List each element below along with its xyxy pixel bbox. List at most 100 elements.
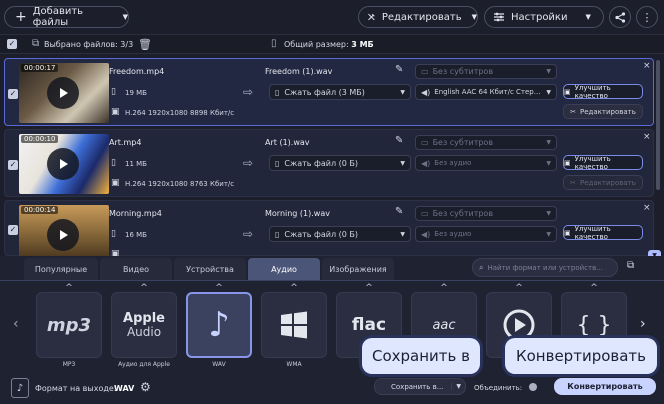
file-row[interactable]: ✓ 00:00:10 Art.mp4 ▯ 11 МБ ▣ H.264 1920x… <box>4 129 654 197</box>
gear-icon[interactable]: ⚙ <box>140 380 151 394</box>
carousel-right-arrow[interactable]: › <box>640 316 646 332</box>
audio-track-select[interactable]: ◀) English AAC 64 Кбит/с Стер... ▼ <box>415 84 557 100</box>
add-files-button[interactable]: + Добавить файлы ▼ <box>4 6 129 28</box>
compress-select[interactable]: ▯ Сжать файл (0 Б) ▼ <box>269 155 411 171</box>
format-label: WAV <box>212 361 226 368</box>
close-icon[interactable]: × <box>643 132 651 142</box>
format-tile-mp3[interactable]: mp3 <box>36 292 102 358</box>
file-row[interactable]: ✓ 00:00:17 Freedom.mp4 ▯ 19 МБ ▣ H.264 1… <box>4 58 654 126</box>
file-checkbox[interactable]: ✓ <box>8 160 18 170</box>
close-icon[interactable]: × <box>643 61 651 71</box>
subtitles-select[interactable]: ▭ Без субтитров ▼ <box>415 64 557 79</box>
chevron-down-icon: ▼ <box>471 13 477 21</box>
audio-track-select[interactable]: ◀) Без аудио ▼ <box>415 226 557 242</box>
selected-count: Выбрано файлов: 3/3 <box>44 40 134 49</box>
improve-quality-button[interactable]: ▣ Улучшить качество <box>563 84 643 100</box>
settings-button[interactable]: Настройки ▼ <box>484 6 604 28</box>
compress-icon: ▯ <box>275 158 280 168</box>
subtitles-select[interactable]: ▭ Без субтитров ▼ <box>415 206 557 221</box>
chevron-down-icon: ▼ <box>400 159 405 167</box>
windows-logo-icon <box>281 311 307 339</box>
edit-row-button[interactable]: ✂ Редактировать <box>563 104 643 119</box>
format-tile-аудио-для-apple[interactable]: Apple Audio <box>111 292 177 358</box>
video-info-icon: ▣ <box>111 107 120 117</box>
braces-logo: { } <box>576 312 612 338</box>
audio-track-label: English AAC 64 Кбит/с Стер... <box>434 88 541 96</box>
plus-icon: + <box>15 9 27 25</box>
format-label: WMA <box>286 361 302 368</box>
speaker-icon: ◀) <box>421 158 431 168</box>
file-row[interactable]: ✓ 00:00:14 Morning.mp4 ▯ 16 МБ ▣ ⇨ Morni… <box>4 200 654 265</box>
edit-row-button[interactable]: ✂ Редактировать <box>563 175 643 190</box>
compress-select[interactable]: ▯ Сжать файл (3 МБ) ▼ <box>269 84 411 100</box>
video-thumbnail[interactable]: 00:00:17 <box>19 63 109 123</box>
tools-icon: ✂ <box>570 178 576 187</box>
subtitles-select[interactable]: ▭ Без субтитров ▼ <box>415 135 557 150</box>
format-tile-wma[interactable] <box>261 292 327 358</box>
add-files-label: Добавить файлы <box>32 6 84 28</box>
compress-label: Сжать файл (3 МБ) <box>284 87 365 97</box>
file-icon: ▯ <box>111 158 116 168</box>
file-list-scrollbar[interactable] <box>656 60 660 190</box>
output-file-name: Morning (1).wav <box>265 209 330 218</box>
video-thumbnail[interactable]: 00:00:10 <box>19 134 109 194</box>
format-expand-chevron[interactable]: ^ <box>64 283 74 293</box>
chevron-down-icon: ▼ <box>546 139 551 146</box>
tab-images[interactable]: Изображения <box>322 258 394 280</box>
improve-quality-button[interactable]: ▣ Улучшить качество <box>563 155 643 171</box>
pencil-icon[interactable]: ✎ <box>395 206 403 217</box>
format-expand-chevron[interactable]: ^ <box>214 283 224 293</box>
format-expand-chevron[interactable]: ^ <box>514 283 524 293</box>
select-all-checkbox[interactable]: ✓ <box>7 39 17 49</box>
format-expand-chevron[interactable]: ^ <box>364 283 374 293</box>
chevron-down-icon: ▼ <box>585 13 591 21</box>
compress-label: Сжать файл (0 Б) <box>284 229 358 239</box>
tab-audio[interactable]: Аудио <box>248 258 320 280</box>
trash-icon[interactable]: 🗑 <box>138 38 152 51</box>
edit-toolbar-label: Редактировать <box>381 11 462 23</box>
file-checkbox[interactable]: ✓ <box>8 225 18 235</box>
compress-select[interactable]: ▯ Сжать файл (0 Б) ▼ <box>269 226 411 242</box>
carousel-left-arrow[interactable]: ‹ <box>13 316 19 332</box>
format-search[interactable]: ⌕ Найти формат или устройств... <box>472 258 618 277</box>
edit-row-label: Редактировать <box>580 107 636 116</box>
more-button[interactable]: ⋮ <box>636 6 658 28</box>
tab-popular[interactable]: Популярные <box>24 258 98 280</box>
format-expand-chevron[interactable]: ^ <box>289 283 299 293</box>
subtitles-icon: ▭ <box>421 67 429 76</box>
format-expand-chevron[interactable]: ^ <box>589 283 599 293</box>
check-icon: ✓ <box>9 89 17 98</box>
enhance-icon: ▣ <box>564 228 571 237</box>
format-expand-chevron[interactable]: ^ <box>439 283 449 293</box>
share-button[interactable] <box>609 6 631 28</box>
save-to-callout: Сохранить в <box>362 338 480 374</box>
audio-track-select[interactable]: ◀) Без аудио ▼ <box>415 155 557 171</box>
play-button[interactable] <box>47 219 79 251</box>
tab-video[interactable]: Видео <box>100 258 172 280</box>
apple-audio-logo: Apple Audio <box>123 312 165 338</box>
merge-toggle[interactable] <box>529 383 537 391</box>
convert-button[interactable]: Конвертировать <box>554 378 656 395</box>
subtitles-icon: ▭ <box>421 209 429 218</box>
export-format-icon[interactable]: ⧉ <box>627 260 634 271</box>
format-expand-chevron[interactable]: ^ <box>139 283 149 293</box>
edit-toolbar-button[interactable]: Редактировать ▼ <box>358 6 478 28</box>
tab-devices[interactable]: Устройства <box>174 258 246 280</box>
format-tile-wav[interactable]: ♪ <box>186 292 252 358</box>
audio-logo-text: Audio <box>126 324 162 339</box>
file-checkbox[interactable]: ✓ <box>8 89 18 99</box>
improve-quality-button[interactable]: ▣ Улучшить качество <box>563 225 643 241</box>
edit-row-label: Редактировать <box>580 178 636 187</box>
save-to-button[interactable]: Сохранить в... ▼ <box>374 378 466 395</box>
chevron-down-icon: ▼ <box>546 230 551 238</box>
file-size: 16 МБ <box>125 231 147 239</box>
check-icon: ✓ <box>9 160 17 169</box>
close-icon[interactable]: × <box>643 203 651 213</box>
play-button[interactable] <box>47 148 79 180</box>
save-to-label: Сохранить в... <box>391 382 444 391</box>
check-icon: ✓ <box>9 225 17 234</box>
pencil-icon[interactable]: ✎ <box>395 135 403 146</box>
pencil-icon[interactable]: ✎ <box>395 64 403 75</box>
format-search-input[interactable]: Найти формат или устройств... <box>487 264 602 272</box>
play-button[interactable] <box>47 77 79 109</box>
